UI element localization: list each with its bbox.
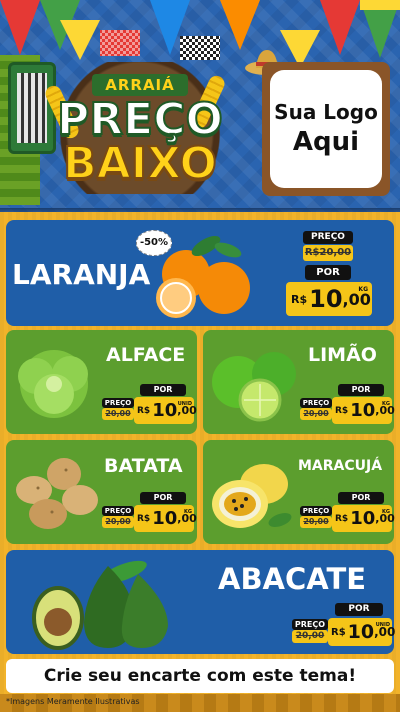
new-price-batata: R$ 10 ,00 KG <box>134 505 197 532</box>
currency-symbol: R$ <box>335 513 349 524</box>
logo-placeholder[interactable]: Sua Logo Aqui <box>270 70 382 188</box>
logo-title-preco: PREÇO <box>56 94 224 145</box>
product-name-limao: LIMÃO <box>308 344 377 366</box>
disclaimer-text: *Imagens Meramente Ilustrativas <box>6 697 140 706</box>
logo-arraia-label: ARRAIÁ <box>92 74 188 96</box>
new-price-limao: R$ 10 ,00 KG <box>332 397 395 424</box>
por-label-limao: POR <box>338 384 384 396</box>
avocado-icon <box>32 560 168 650</box>
price-unit: KG <box>358 286 368 293</box>
price-integer: 10 <box>350 507 376 529</box>
old-price-label-maracuja: PREÇO <box>300 506 332 516</box>
old-price-alface: 20,00 <box>102 408 134 420</box>
logo-placeholder-frame: Sua Logo Aqui <box>262 62 390 196</box>
currency-symbol: R$ <box>137 405 151 416</box>
new-price-abacate: R$ 10 ,00 UNID <box>328 618 395 646</box>
discount-badge: -50% <box>136 230 172 256</box>
price-unit: KG <box>184 509 192 515</box>
header-banner: ARRAIÁ PREÇO BAIXO Sua Logo Aqui <box>0 0 400 212</box>
price-unit: UNID <box>177 401 192 407</box>
new-price-maracuja: R$ 10 ,00 KG <box>332 505 395 532</box>
old-price-label-batata: PREÇO <box>102 506 134 516</box>
old-price-label-abacate: PREÇO <box>292 619 328 630</box>
cta-banner[interactable]: Crie seu encarte com este tema! <box>6 659 394 693</box>
potato-icon <box>16 458 98 529</box>
old-price-laranja: R$20,00 <box>303 245 353 261</box>
product-name-maracuja: MARACUJÁ <box>298 458 383 474</box>
old-price-label-alface: PREÇO <box>102 398 134 408</box>
por-label-batata: POR <box>140 492 186 504</box>
passion-fruit-icon <box>212 464 292 528</box>
old-price-batata: 20,00 <box>102 516 134 528</box>
lime-icon <box>212 352 296 422</box>
lettuce-icon <box>18 350 88 418</box>
old-price-limao: 20,00 <box>300 408 332 420</box>
product-name-alface: ALFACE <box>106 344 186 366</box>
por-label-laranja: POR <box>305 265 351 280</box>
currency-symbol: R$ <box>331 626 346 638</box>
price-unit: KG <box>382 509 390 515</box>
price-unit: KG <box>382 401 390 407</box>
old-price-abacate: 20,00 <box>292 630 328 643</box>
currency-symbol: R$ <box>137 513 151 524</box>
por-label-maracuja: POR <box>338 492 384 504</box>
old-price-label-limao: PREÇO <box>300 398 332 408</box>
new-price-alface: R$ 10 ,00 UNID <box>134 397 197 424</box>
logo-placeholder-line2: Aqui <box>292 127 360 157</box>
price-unit: UNID <box>375 622 390 628</box>
logo-title-baixo: BAIXO <box>62 138 218 189</box>
new-price-laranja: R$ 10 ,00 KG <box>286 282 372 316</box>
currency-symbol: R$ <box>291 292 308 306</box>
por-label-alface: POR <box>140 384 186 396</box>
currency-symbol: R$ <box>335 405 349 416</box>
old-price-label-laranja: PREÇO <box>303 231 353 244</box>
price-integer: 10 <box>350 399 376 421</box>
price-integer: 10 <box>347 620 375 643</box>
product-name-laranja: LARANJA <box>12 258 151 291</box>
old-price-maracuja: 20,00 <box>300 516 332 528</box>
price-integer: 10 <box>152 399 178 421</box>
price-integer: 10 <box>309 285 343 313</box>
por-label-abacate: POR <box>335 603 383 616</box>
price-integer: 10 <box>152 507 178 529</box>
logo-placeholder-line1: Sua Logo <box>274 100 378 124</box>
product-name-abacate: ABACATE <box>218 562 367 596</box>
product-name-batata: BATATA <box>104 455 183 477</box>
